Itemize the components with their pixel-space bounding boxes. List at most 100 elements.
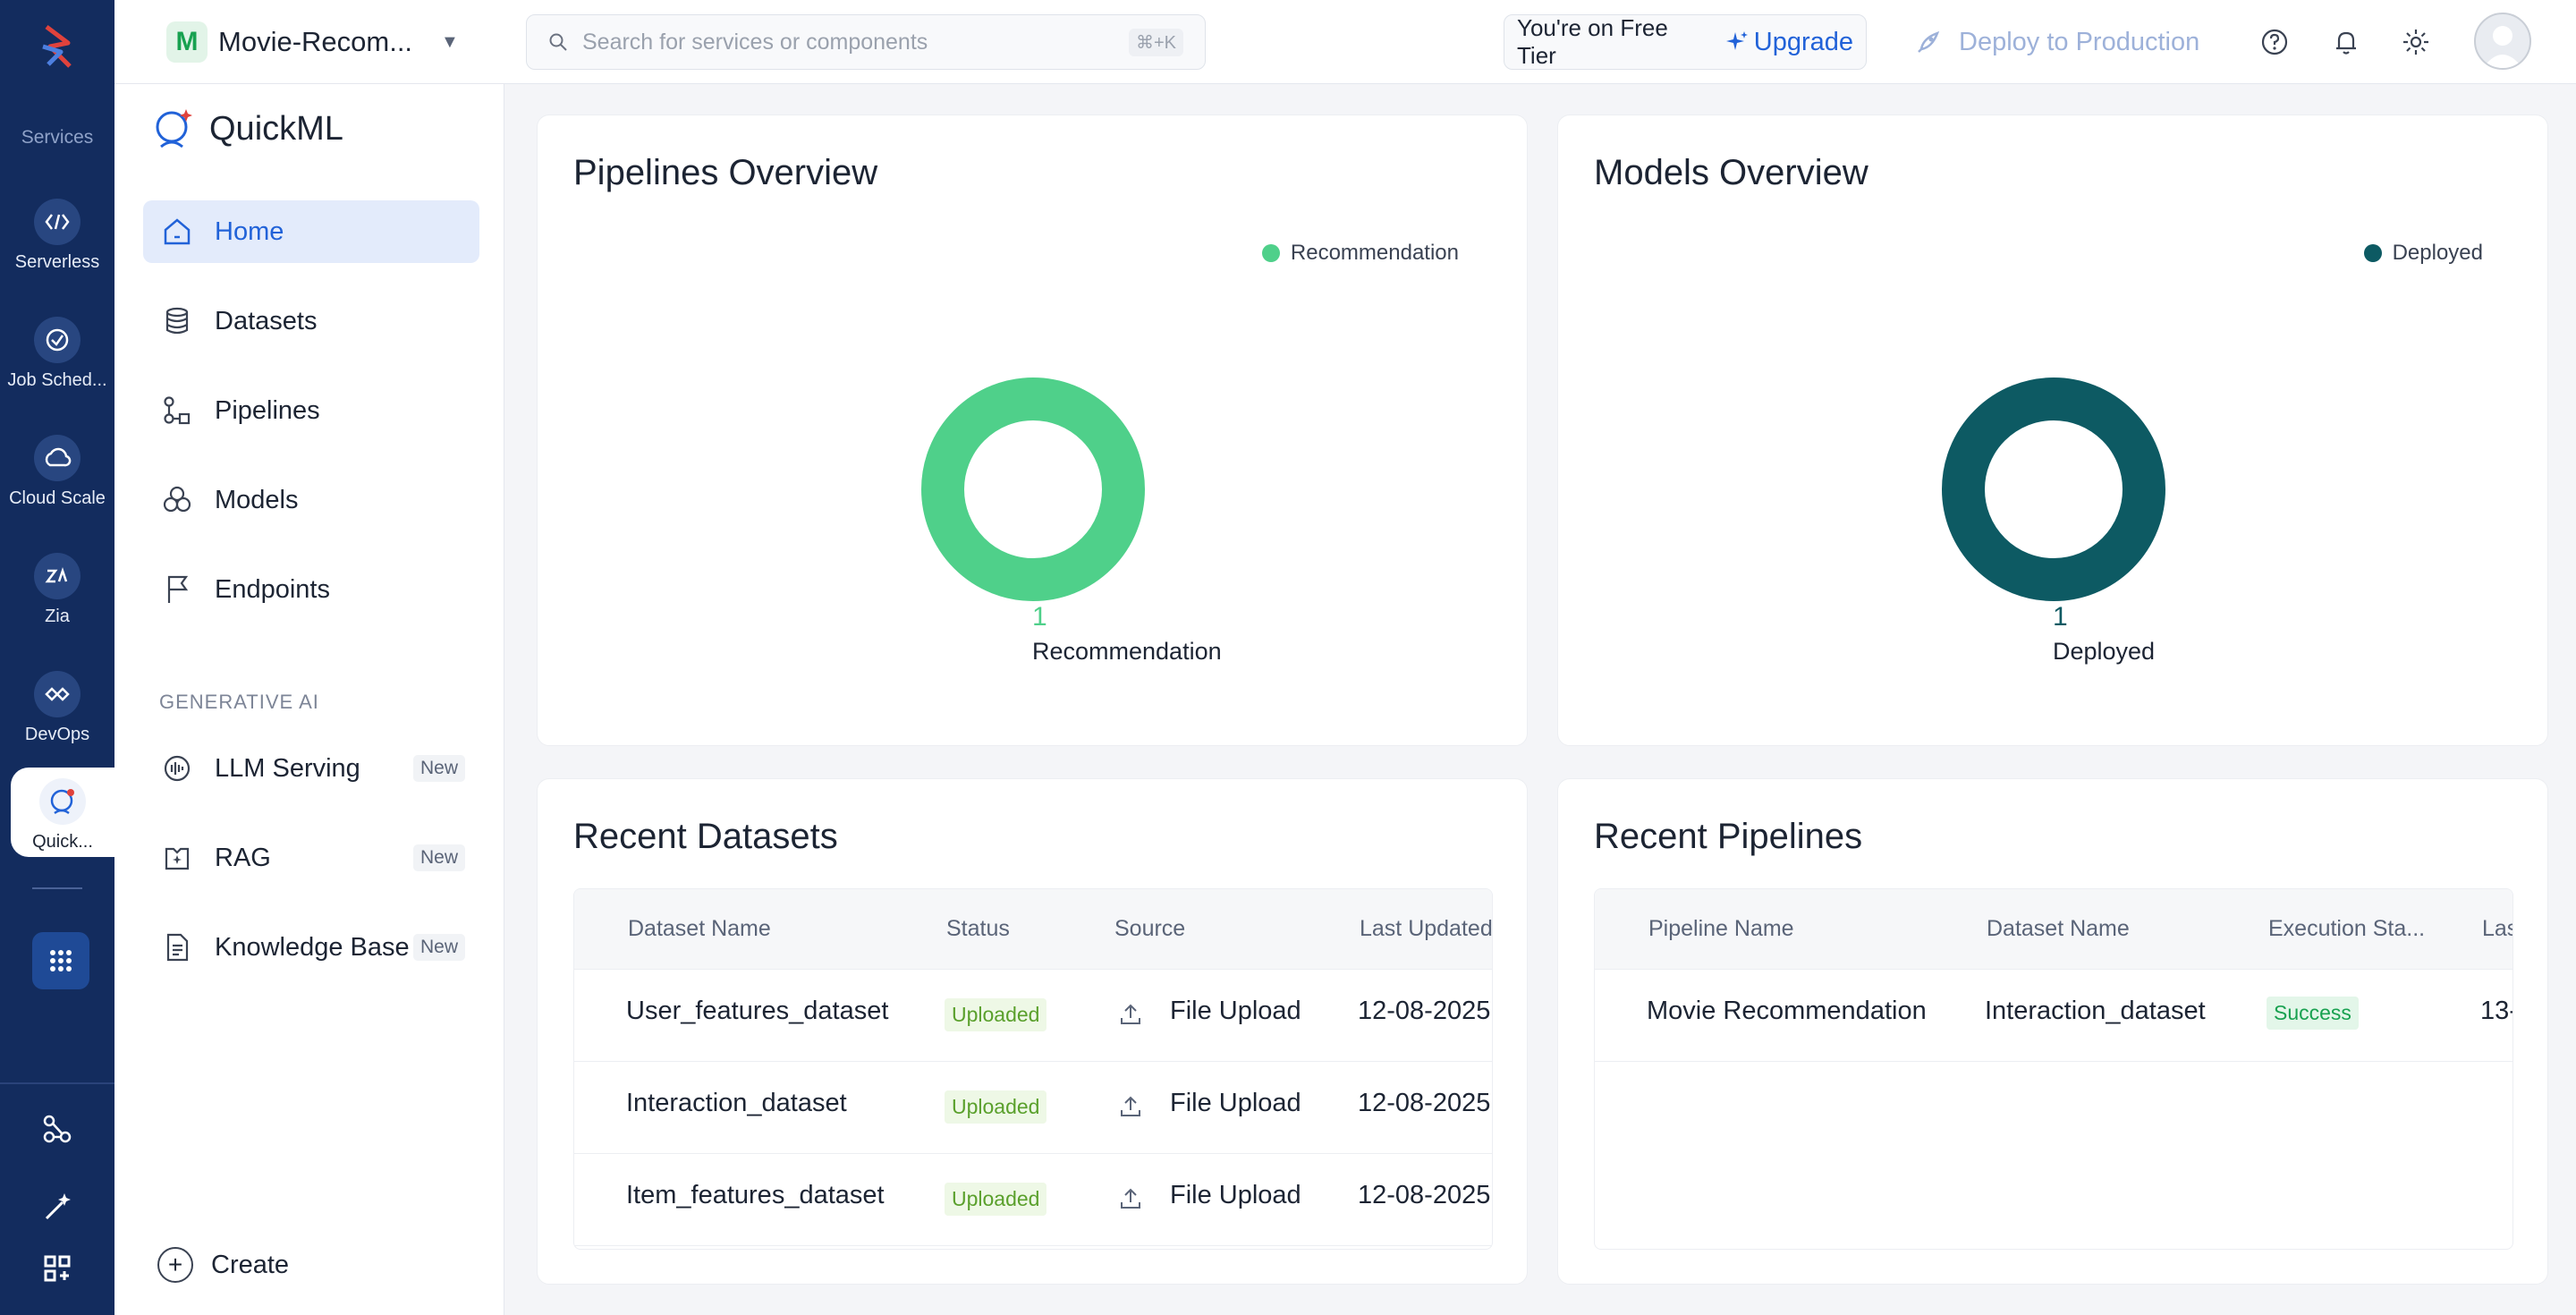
rail-item-job-scheduling[interactable]: Job Sched... (0, 293, 114, 401)
nav-item-endpoints[interactable]: Endpoints (143, 558, 479, 621)
new-badge: New (412, 755, 465, 782)
recent-datasets-table: Dataset Name Status Source Last Updated … (573, 888, 1493, 1250)
last-updated: 12-08-2025 (1358, 997, 1491, 1025)
deploy-label: Deploy to Production (1959, 27, 2200, 56)
catalyst-logo-icon[interactable] (30, 20, 84, 73)
card-title: Recent Datasets (573, 817, 838, 856)
document-icon (159, 929, 195, 965)
column-header[interactable]: Last Updated (1360, 916, 1492, 942)
bell-icon[interactable] (2327, 23, 2365, 61)
rail-item-label: DevOps (24, 725, 90, 744)
nav-item-llm-serving[interactable]: LLM Serving New (143, 737, 479, 800)
models-overview-card: Models Overview Deployed 1 Deployed (1557, 115, 2548, 746)
nav-item-home[interactable]: Home (143, 200, 479, 263)
rail-item-quickml[interactable]: Quick... (11, 768, 114, 857)
tier-banner: You're on Free Tier Upgrade (1504, 14, 1867, 70)
last-updated: 12-08-2025 (1358, 1181, 1491, 1209)
nav-item-label: Endpoints (215, 574, 330, 604)
column-header[interactable]: Dataset Name (628, 916, 771, 942)
new-badge: New (412, 844, 465, 871)
top-bar: M Movie-Recom... ▼ Search for services o… (114, 0, 2576, 84)
rail-bottom-divider (0, 1082, 114, 1084)
help-icon[interactable] (2256, 23, 2293, 61)
status-badge: Uploaded (945, 1183, 1047, 1216)
quickml-icon (39, 778, 86, 825)
recent-pipelines-card: Recent Pipelines Pipeline Name Dataset N… (1557, 778, 2548, 1285)
quickml-sidenav: QuickML Home Datasets Pipelines Models E… (114, 84, 504, 1315)
table-row[interactable]: Movie Recommendation Interaction_dataset… (1595, 970, 2512, 1062)
rail-item-devops[interactable]: DevOps (0, 648, 114, 755)
home-icon (159, 214, 195, 250)
nav-item-label: Models (215, 485, 299, 514)
nav-item-label: RAG (215, 843, 271, 872)
devops-icon (34, 671, 80, 717)
nav-item-rag[interactable]: RAG New (143, 827, 479, 889)
user-avatar[interactable] (2474, 13, 2531, 70)
search-input[interactable]: Search for services or components ⌘+K (526, 14, 1206, 70)
legend-label: Recommendation (1290, 241, 1459, 265)
donut-slice-recommendation[interactable] (921, 378, 1145, 601)
upgrade-button[interactable]: Upgrade (1725, 28, 1853, 57)
rail-item-serverless[interactable]: Serverless (0, 175, 114, 283)
nav-item-label: Pipelines (215, 395, 320, 425)
dataset-name[interactable]: Interaction_dataset (626, 1089, 847, 1118)
nav-item-datasets[interactable]: Datasets (143, 290, 479, 352)
rail-item-label: Zia (45, 607, 70, 626)
status-badge: Uploaded (945, 1090, 1047, 1124)
search-shortcut: ⌘+K (1128, 28, 1183, 56)
rail-divider (32, 887, 82, 889)
donut-label: Deployed (2053, 638, 2156, 665)
plus-icon: + (157, 1247, 193, 1283)
chart-legend[interactable]: Deployed (2363, 241, 2483, 266)
column-header[interactable]: Pipeline Name (1648, 916, 1794, 942)
legend-label: Deployed (2392, 241, 2483, 265)
donut-count: 1 (1032, 602, 1047, 632)
new-badge: New (412, 934, 465, 961)
status-badge: Success (2267, 997, 2359, 1030)
donut-slice-deployed[interactable] (1942, 378, 2165, 601)
services-rail: Services Serverless Job Sched... Cloud S… (0, 0, 114, 1315)
pipeline-icon (159, 393, 195, 428)
all-apps-icon[interactable] (32, 932, 89, 989)
gear-icon[interactable] (2397, 23, 2435, 61)
table-row[interactable]: User_features_dataset Uploaded File Uplo… (574, 970, 1492, 1062)
donut-count: 1 (2053, 602, 2068, 632)
sparkle-icon (1725, 31, 1748, 50)
pipeline-name[interactable]: Movie Recommendation (1647, 997, 1927, 1026)
integrations-icon[interactable] (36, 1107, 79, 1150)
dataset-name[interactable]: User_features_dataset (626, 997, 888, 1026)
source-text: File Upload (1170, 1089, 1301, 1117)
quickml-brand: QuickML (152, 106, 343, 152)
dataset-name[interactable]: Item_features_dataset (626, 1181, 885, 1210)
table-row[interactable]: Item_features_dataset Uploaded File Uplo… (574, 1154, 1492, 1246)
create-button[interactable]: + Create (157, 1247, 289, 1283)
column-header[interactable]: Las (2482, 916, 2512, 942)
column-header[interactable]: Dataset Name (1987, 916, 2130, 942)
table-row[interactable]: Interaction_dataset Uploaded File Upload… (574, 1062, 1492, 1154)
quickml-logo-icon (156, 109, 192, 148)
rocket-icon (1918, 30, 1940, 53)
upload-icon (1121, 1096, 1140, 1116)
column-header[interactable]: Source (1114, 916, 1185, 942)
column-header[interactable]: Status (946, 916, 1010, 942)
pipelines-donut-chart (921, 378, 1145, 601)
magic-wand-icon[interactable] (36, 1184, 79, 1227)
dataset-name: Interaction_dataset (1985, 997, 2206, 1025)
add-widget-icon[interactable] (36, 1247, 79, 1290)
deploy-to-production-button[interactable]: Deploy to Production (1914, 20, 2199, 64)
brand-name: QuickML (209, 109, 343, 148)
nav-item-models[interactable]: Models (143, 469, 479, 531)
project-switcher[interactable]: M Movie-Recom... ▼ (166, 20, 459, 64)
project-avatar: M (166, 21, 208, 63)
nav-item-pipelines[interactable]: Pipelines (143, 379, 479, 442)
column-header[interactable]: Execution Sta... (2268, 916, 2425, 942)
cloud-scale-icon (34, 435, 80, 481)
rail-item-zia[interactable]: Zia (0, 530, 114, 637)
status-badge: Uploaded (945, 998, 1047, 1031)
chart-legend[interactable]: Recommendation (1261, 241, 1459, 266)
caret-down-icon: ▼ (441, 31, 459, 52)
flag-icon (159, 572, 195, 607)
nav-item-knowledge-base[interactable]: Knowledge Base New (143, 916, 479, 979)
upload-icon (1121, 1188, 1140, 1209)
rail-item-cloud-scale[interactable]: Cloud Scale (0, 411, 114, 519)
